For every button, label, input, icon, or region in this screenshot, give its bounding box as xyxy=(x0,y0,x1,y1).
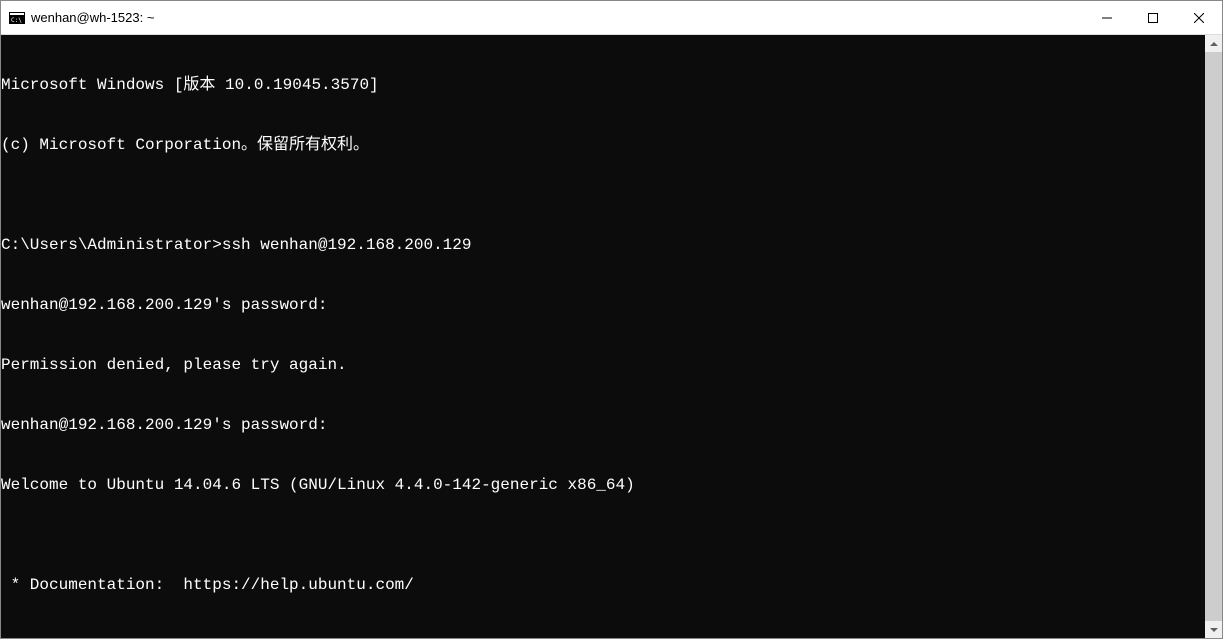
terminal-output[interactable]: Microsoft Windows [版本 10.0.19045.3570] (… xyxy=(1,35,1205,638)
window-title: wenhan@wh-1523: ~ xyxy=(31,10,1084,25)
maximize-button[interactable] xyxy=(1130,1,1176,34)
scroll-track[interactable] xyxy=(1205,52,1222,621)
terminal-line: wenhan@192.168.200.129's password: xyxy=(1,415,1205,435)
terminal-line: Welcome to Ubuntu 14.04.6 LTS (GNU/Linux… xyxy=(1,475,1205,495)
terminal-line: Microsoft Windows [版本 10.0.19045.3570] xyxy=(1,75,1205,95)
scroll-down-button[interactable] xyxy=(1205,621,1222,638)
window-controls xyxy=(1084,1,1222,34)
minimize-button[interactable] xyxy=(1084,1,1130,34)
scroll-thumb[interactable] xyxy=(1205,52,1222,621)
vertical-scrollbar[interactable] xyxy=(1205,35,1222,638)
app-icon: C:\ xyxy=(9,10,25,26)
close-button[interactable] xyxy=(1176,1,1222,34)
terminal-line: * Documentation: https://help.ubuntu.com… xyxy=(1,575,1205,595)
svg-text:C:\: C:\ xyxy=(11,17,22,24)
scroll-up-button[interactable] xyxy=(1205,35,1222,52)
terminal-line: Permission denied, please try again. xyxy=(1,355,1205,375)
terminal-line: wenhan@192.168.200.129's password: xyxy=(1,295,1205,315)
terminal-line: (c) Microsoft Corporation。保留所有权利。 xyxy=(1,135,1205,155)
terminal-line: C:\Users\Administrator>ssh wenhan@192.16… xyxy=(1,235,1205,255)
window-titlebar[interactable]: C:\ wenhan@wh-1523: ~ xyxy=(1,1,1222,35)
